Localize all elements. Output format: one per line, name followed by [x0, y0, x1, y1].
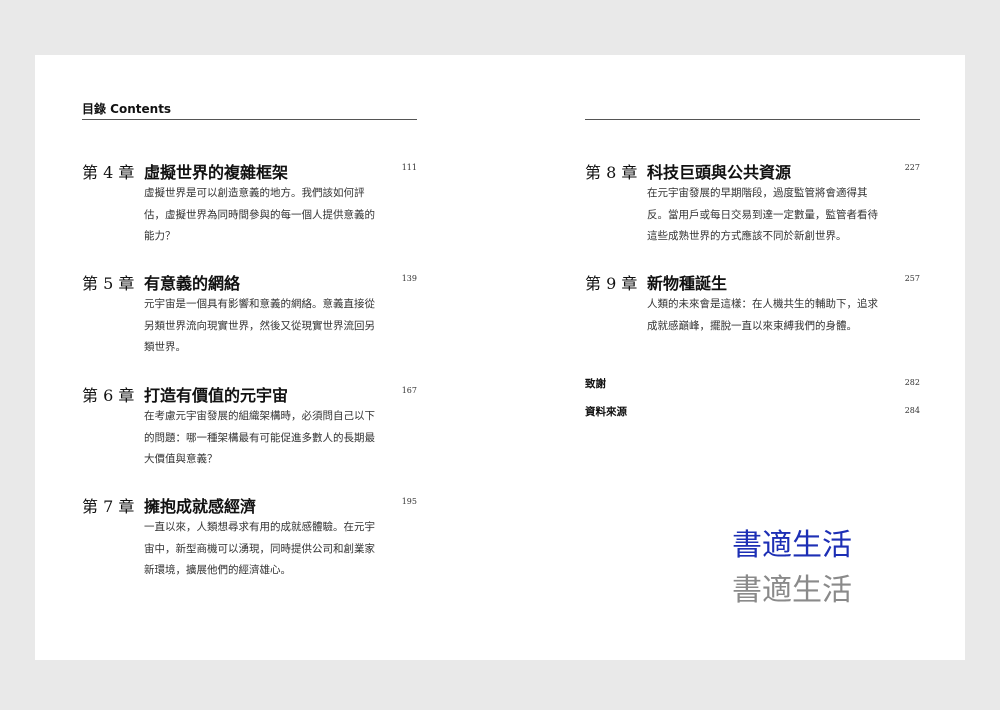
appendix-label: 致謝: [585, 378, 606, 390]
description-line: 新環境，擴展他們的經濟雄心。: [144, 564, 291, 576]
chapter-title: 科技巨頭與公共資源: [647, 163, 792, 182]
description-line: 的問題：哪一種架構最有可能促進多數人的長期最: [144, 431, 375, 444]
description-line: 另類世界流向現實世界，然後又從現實世界流回另: [144, 319, 375, 332]
chapter-page-number: 111: [401, 163, 417, 172]
appendix-label: 資料來源: [585, 406, 627, 418]
watermark-logo-gray: 書適生活: [732, 573, 852, 608]
header-rule-left: [82, 119, 417, 120]
description-line: 一直以來，人類想尋求有用的成就感體驗。在元宇: [144, 521, 375, 533]
chapter-number: 第 4 章: [82, 163, 135, 182]
description-line: 反。當用戶或每日交易到達一定數量，監管者看待: [647, 208, 878, 221]
chapter-description: 一直以來，人類想尋求有用的成就感體驗。在元宇 宙中，新型商機可以湧現，同時提供公…: [144, 517, 384, 582]
description-line: 元宇宙是一個具有影響和意義的網絡。意義直接從: [144, 298, 375, 310]
chapter-page-number: 257: [904, 274, 920, 283]
chapter-title: 新物種誕生: [647, 274, 728, 293]
chapter-number: 第 5 章: [82, 274, 135, 293]
description-line: 類世界。: [144, 341, 186, 353]
description-line: 成就感巔峰，擺脫一直以來束縛我們的身體。: [647, 319, 857, 332]
contents-header: 目錄 Contents: [82, 102, 172, 116]
chapter-page-number: 195: [401, 497, 417, 506]
chapter-number: 第 8 章: [585, 163, 638, 182]
description-line: 大價值與意義？: [144, 453, 218, 465]
chapter-page-number: 227: [904, 163, 920, 172]
chapter-description: 元宇宙是一個具有影響和意義的網絡。意義直接從 另類世界流向現實世界，然後又從現實…: [144, 294, 384, 359]
description-line: 在元宇宙發展的早期階段，過度監管將會適得其: [647, 187, 868, 199]
description-line: 人類的未來會是這樣：在人機共生的輔助下，追求: [647, 298, 878, 310]
book-spread: 目錄 Contents 第 4 章 虛擬世界的複雜框架 111 虛擬世界是可以創…: [35, 55, 965, 660]
chapter-title: 打造有價值的元宇宙: [144, 386, 289, 405]
chapter-description: 在考慮元宇宙發展的組織架構時，必須問自己以下 的問題：哪一種架構最有可能促進多數…: [144, 406, 384, 471]
description-line: 在考慮元宇宙發展的組織架構時，必須問自己以下: [144, 410, 375, 422]
watermark-logo-blue: 書適生活: [732, 528, 852, 563]
chapter-description: 人類的未來會是這樣：在人機共生的輔助下，追求 成就感巔峰，擺脫一直以來束縛我們的…: [647, 294, 887, 337]
chapter-number: 第 9 章: [585, 274, 638, 293]
chapter-description: 在元宇宙發展的早期階段，過度監管將會適得其 反。當用戶或每日交易到達一定數量，監…: [647, 183, 887, 248]
chapter-page-number: 139: [401, 274, 417, 283]
chapter-number: 第 7 章: [82, 497, 135, 516]
left-page: 目錄 Contents 第 4 章 虛擬世界的複雜框架 111 虛擬世界是可以創…: [82, 55, 417, 660]
chapter-description: 虛擬世界是可以創造意義的地方。我們該如何評 估，虛擬世界為同時間參與的每一個人提…: [144, 183, 384, 248]
header-rule-right: [585, 119, 920, 120]
appendix-page-number: 284: [904, 406, 920, 415]
chapter-title: 虛擬世界的複雜框架: [144, 163, 289, 182]
appendix-page-number: 282: [904, 378, 920, 387]
description-line: 宙中，新型商機可以湧現，同時提供公司和創業家: [144, 542, 375, 555]
chapter-page-number: 167: [401, 386, 417, 395]
right-page: 第 8 章 科技巨頭與公共資源 227 在元宇宙發展的早期階段，過度監管將會適得…: [585, 55, 920, 660]
chapter-title: 有意義的網絡: [144, 274, 241, 293]
description-line: 虛擬世界是可以創造意義的地方。我們該如何評: [144, 187, 365, 199]
description-line: 估，虛擬世界為同時間參與的每一個人提供意義的: [144, 208, 375, 221]
chapter-title: 擁抱成就感經濟: [144, 497, 257, 516]
chapter-number: 第 6 章: [82, 386, 135, 405]
description-line: 這些成熟世界的方式應該不同於新創世界。: [647, 230, 847, 242]
description-line: 能力？: [144, 230, 176, 242]
